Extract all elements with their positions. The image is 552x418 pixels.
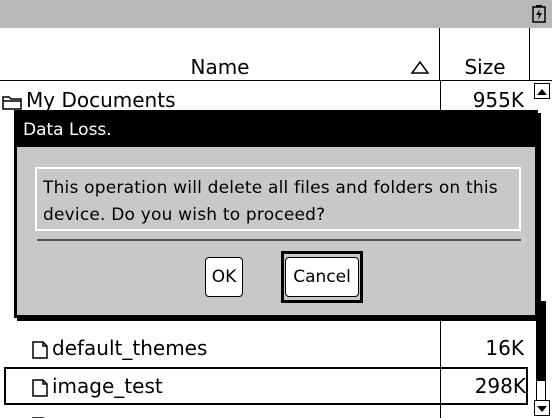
list-item-label: default_themes xyxy=(52,336,208,360)
dialog-message-box: This operation will delete all files and… xyxy=(35,167,521,231)
battery-charging-icon xyxy=(532,5,546,23)
header-spacer xyxy=(530,28,552,80)
file-browser-screen: Name Size My Documents 955K default_them… xyxy=(0,0,552,418)
name-column-header[interactable]: Name xyxy=(0,28,440,80)
list-item-selected[interactable]: image_test 298K xyxy=(4,367,528,405)
list-item-label: image_test xyxy=(52,374,163,398)
chevron-up-icon xyxy=(537,89,547,95)
dialog-separator xyxy=(37,239,521,241)
list-item-name-cell: image_test xyxy=(32,369,163,403)
document-icon xyxy=(32,340,48,359)
dialog-message: This operation will delete all files and… xyxy=(43,178,498,225)
scroll-up-button[interactable] xyxy=(534,83,550,99)
list-item-name-cell xyxy=(32,405,52,418)
document-icon xyxy=(32,378,48,397)
dialog-title: Data Loss. xyxy=(17,113,535,147)
chevron-down-icon xyxy=(537,406,547,412)
size-column-label: Size xyxy=(464,55,506,79)
size-column-header[interactable]: Size xyxy=(440,28,530,80)
list-item-label: My Documents xyxy=(26,88,176,112)
column-header: Name Size xyxy=(0,28,552,81)
list-item-name-cell: default_themes xyxy=(32,329,207,367)
data-loss-dialog: Data Loss. This operation will delete al… xyxy=(14,110,538,318)
cancel-button[interactable]: Cancel xyxy=(285,257,359,297)
scroll-down-button[interactable] xyxy=(534,400,550,416)
list-item[interactable]: default_themes 16K xyxy=(0,329,532,367)
folder-icon xyxy=(2,95,22,110)
scrollbar-track[interactable] xyxy=(536,381,546,401)
status-bar xyxy=(0,0,552,28)
sort-ascending-triangle-icon[interactable] xyxy=(410,58,430,76)
ok-button[interactable]: OK xyxy=(205,257,243,297)
name-column-label: Name xyxy=(190,55,250,79)
list-item-partial[interactable] xyxy=(0,405,532,418)
list-item-size: 298K xyxy=(474,374,526,398)
list-item-size: 16K xyxy=(485,336,524,360)
